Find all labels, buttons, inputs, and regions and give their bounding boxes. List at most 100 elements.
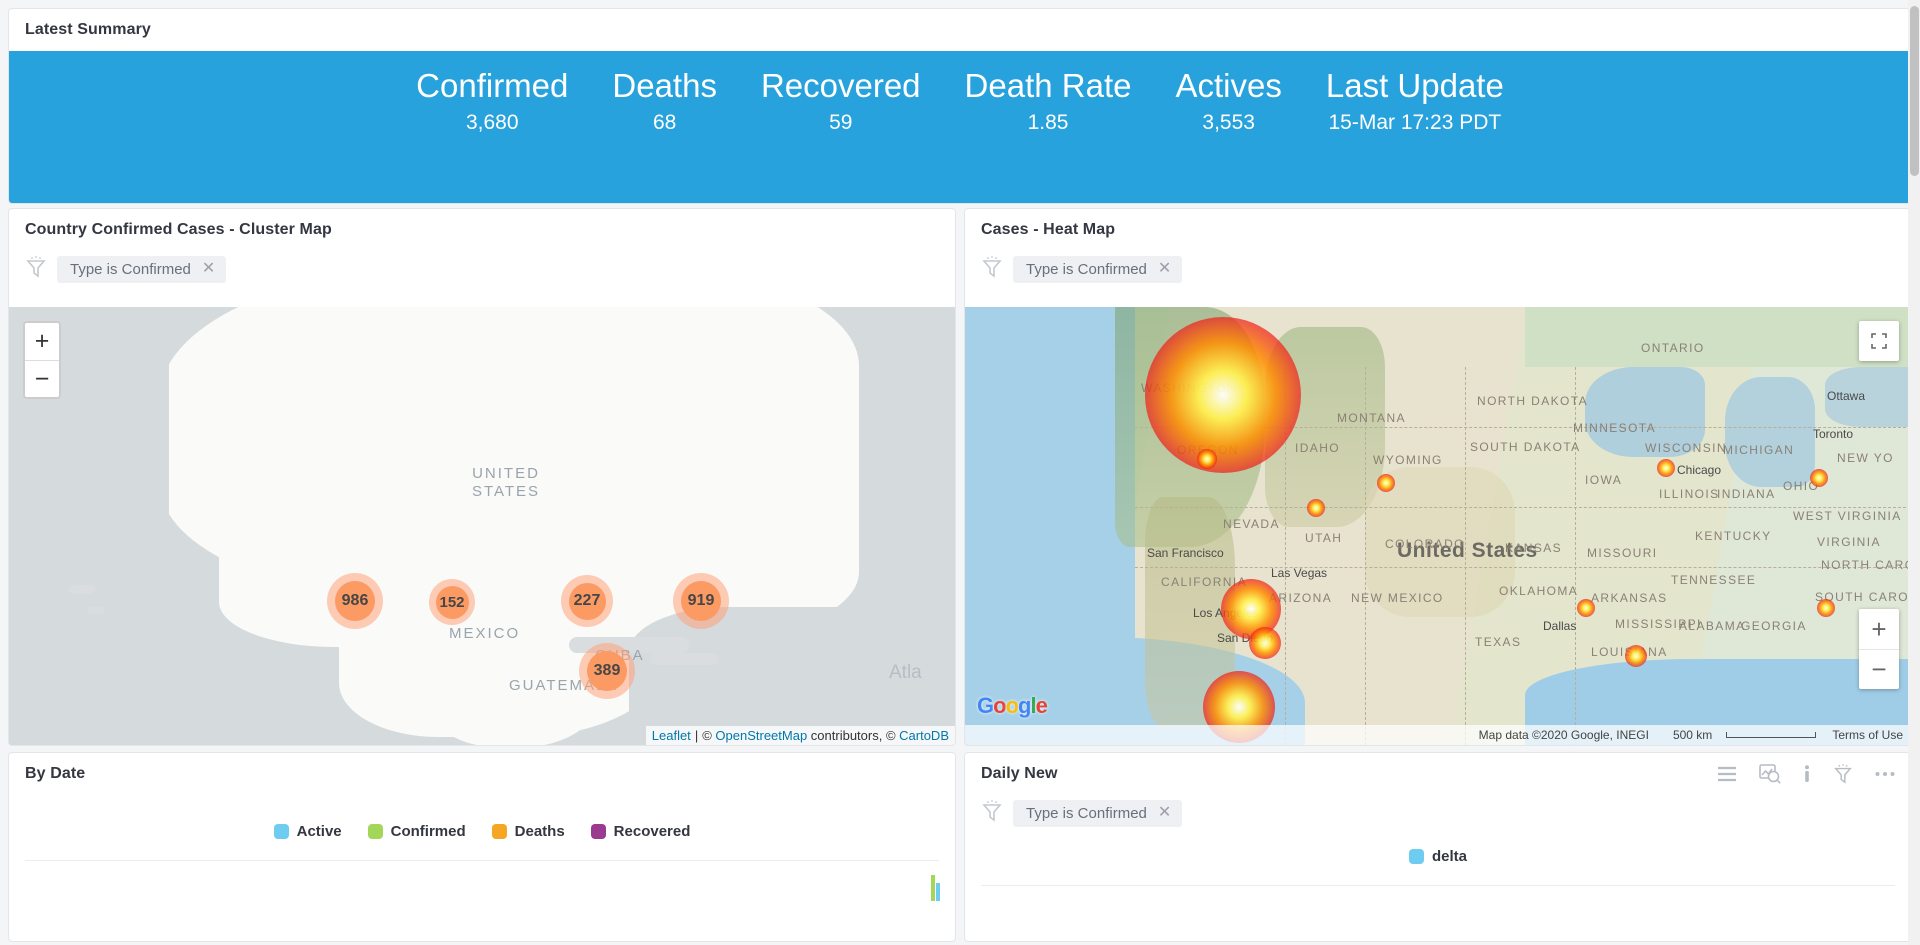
daily-new-legend: delta bbox=[965, 848, 1911, 865]
osm-link[interactable]: OpenStreetMap bbox=[715, 728, 807, 743]
leaflet-zoom-control[interactable]: + − bbox=[23, 321, 61, 399]
cluster-marker-value: 389 bbox=[587, 651, 627, 691]
state-label: NEVADA bbox=[1223, 517, 1280, 531]
cluster-marker-value: 227 bbox=[569, 583, 606, 620]
cluster-marker[interactable]: 227 bbox=[561, 575, 613, 627]
metric-value: 68 bbox=[612, 107, 717, 139]
close-icon[interactable]: ✕ bbox=[1158, 805, 1171, 821]
by-date-legend: Active Confirmed Deaths Recovered bbox=[9, 823, 955, 840]
state-label: TEXAS bbox=[1475, 635, 1521, 649]
metric-value: 1.85 bbox=[965, 107, 1132, 139]
by-date-panel: By Date Active Confirmed Deaths Recovere… bbox=[8, 752, 956, 942]
metric-label: Actives bbox=[1175, 65, 1281, 107]
daily-new-toolbar bbox=[1717, 763, 1895, 785]
metric-actives: Actives 3,553 bbox=[1153, 65, 1303, 139]
heat-map-filter-bar: Type is Confirmed ✕ bbox=[965, 251, 1911, 294]
explore-icon[interactable] bbox=[1759, 764, 1781, 784]
state-label: IOWA bbox=[1585, 473, 1622, 487]
legend-item-deaths[interactable]: Deaths bbox=[492, 823, 565, 840]
metric-recovered: Recovered 59 bbox=[739, 65, 943, 139]
filter-chip-type-confirmed[interactable]: Type is Confirmed ✕ bbox=[57, 256, 226, 283]
cluster-marker-value: 152 bbox=[436, 586, 469, 619]
state-label: COLORADO bbox=[1385, 537, 1465, 551]
state-label: NEW MEXICO bbox=[1351, 591, 1444, 605]
state-label: INDIANA bbox=[1717, 487, 1775, 501]
heat-hotspot bbox=[1625, 645, 1647, 667]
state-label: NEW YO bbox=[1837, 451, 1894, 465]
state-label: ONTARIO bbox=[1641, 341, 1705, 355]
metric-label: Last Update bbox=[1326, 65, 1504, 107]
cluster-marker[interactable]: 389 bbox=[579, 643, 635, 699]
scale-label: 500 km bbox=[1665, 728, 1720, 742]
heat-map-title: Cases - Heat Map bbox=[981, 221, 1115, 239]
chart-bar bbox=[931, 875, 935, 901]
metric-label: Recovered bbox=[761, 65, 921, 107]
by-date-title: By Date bbox=[25, 765, 85, 783]
metric-last-update: Last Update 15-Mar 17:23 PDT bbox=[1304, 65, 1526, 139]
zoom-in-button[interactable]: + bbox=[25, 323, 59, 360]
heat-map-panel: Cases - Heat Map Type is Confirmed ✕ bbox=[964, 208, 1912, 746]
filter-icon[interactable] bbox=[1833, 763, 1853, 785]
terms-of-use-link[interactable]: Terms of Use bbox=[1824, 728, 1911, 742]
filter-chip-type-confirmed[interactable]: Type is Confirmed ✕ bbox=[1013, 800, 1182, 827]
zoom-in-button[interactable]: + bbox=[1859, 609, 1899, 649]
daily-new-header: Daily New bbox=[965, 753, 1911, 795]
cluster-map-panel: Country Confirmed Cases - Cluster Map Ty… bbox=[8, 208, 956, 746]
city-label: Dallas bbox=[1543, 619, 1576, 633]
cluster-map-header: Country Confirmed Cases - Cluster Map bbox=[9, 209, 955, 251]
page-scrollbar[interactable] bbox=[1908, 0, 1920, 945]
legend-item-confirmed[interactable]: Confirmed bbox=[368, 823, 466, 840]
state-label: SOUTH DAKOTA bbox=[1470, 441, 1544, 454]
chart-divider bbox=[981, 885, 1895, 886]
city-label: San Francisco bbox=[1147, 546, 1224, 560]
summary-metrics-band: Confirmed 3,680 Deaths 68 Recovered 59 D… bbox=[9, 51, 1911, 204]
state-label: OKLAHOMA bbox=[1499, 584, 1578, 598]
heat-hotspot bbox=[1377, 474, 1395, 492]
state-label: MISSOURI bbox=[1587, 546, 1658, 560]
filter-chip-type-confirmed[interactable]: Type is Confirmed ✕ bbox=[1013, 256, 1182, 283]
zoom-out-button[interactable]: − bbox=[1859, 649, 1899, 689]
legend-item-recovered[interactable]: Recovered bbox=[591, 823, 691, 840]
cluster-map-filter-bar: Type is Confirmed ✕ bbox=[9, 251, 955, 294]
fullscreen-button[interactable] bbox=[1859, 321, 1899, 361]
legend-label: Deaths bbox=[515, 823, 565, 840]
leaflet-link[interactable]: Leaflet bbox=[652, 728, 691, 743]
info-icon[interactable] bbox=[1803, 765, 1811, 783]
metric-deaths: Deaths 68 bbox=[590, 65, 739, 139]
state-label: NORTH CAROLINA bbox=[1821, 559, 1869, 571]
more-icon[interactable] bbox=[1875, 771, 1895, 777]
cluster-marker[interactable]: 152 bbox=[429, 579, 475, 625]
attr-contributors: contributors, © bbox=[807, 728, 899, 743]
city-label: Ottawa bbox=[1827, 389, 1865, 403]
by-date-chart[interactable] bbox=[33, 861, 931, 901]
close-icon[interactable]: ✕ bbox=[1158, 261, 1171, 277]
page-title: Latest Summary bbox=[25, 21, 151, 39]
close-icon[interactable]: ✕ bbox=[202, 261, 215, 277]
leaflet-map-canvas[interactable]: + − UNITED STATES MEXICO CUBA GUATEMALA … bbox=[9, 307, 955, 745]
city-label: Chicago bbox=[1677, 463, 1721, 477]
cluster-marker-value: 919 bbox=[681, 581, 721, 621]
state-label: ILLINOIS bbox=[1659, 487, 1720, 501]
cluster-marker[interactable]: 986 bbox=[327, 573, 383, 629]
page-scrollbar-thumb[interactable] bbox=[1910, 6, 1919, 176]
cluster-marker[interactable]: 919 bbox=[673, 573, 729, 629]
legend-item-delta[interactable]: delta bbox=[1409, 848, 1467, 865]
daily-new-panel: Daily New bbox=[964, 752, 1912, 942]
legend-color-swatch bbox=[274, 824, 289, 839]
legend-label: Active bbox=[297, 823, 342, 840]
google-map-canvas[interactable]: United States WASHINGTON MONTANA NORTH D… bbox=[965, 307, 1911, 745]
state-label: ARKANSAS bbox=[1591, 591, 1668, 605]
cartodb-link[interactable]: CartoDB bbox=[899, 728, 949, 743]
state-label: MINNESOTA bbox=[1573, 421, 1656, 435]
metrics-row: Confirmed 3,680 Deaths 68 Recovered 59 D… bbox=[9, 51, 1911, 139]
state-label: NORTH DAKOTA bbox=[1477, 395, 1551, 408]
zoom-out-button[interactable]: − bbox=[25, 360, 59, 397]
metric-label: Confirmed bbox=[416, 65, 568, 107]
legend-label: Recovered bbox=[614, 823, 691, 840]
google-zoom-control[interactable]: + − bbox=[1859, 609, 1899, 689]
by-date-header: By Date bbox=[9, 753, 955, 795]
heat-hotspot bbox=[1145, 317, 1301, 473]
list-icon[interactable] bbox=[1717, 766, 1737, 782]
state-label: VIRGINIA bbox=[1817, 535, 1881, 549]
legend-item-active[interactable]: Active bbox=[274, 823, 342, 840]
